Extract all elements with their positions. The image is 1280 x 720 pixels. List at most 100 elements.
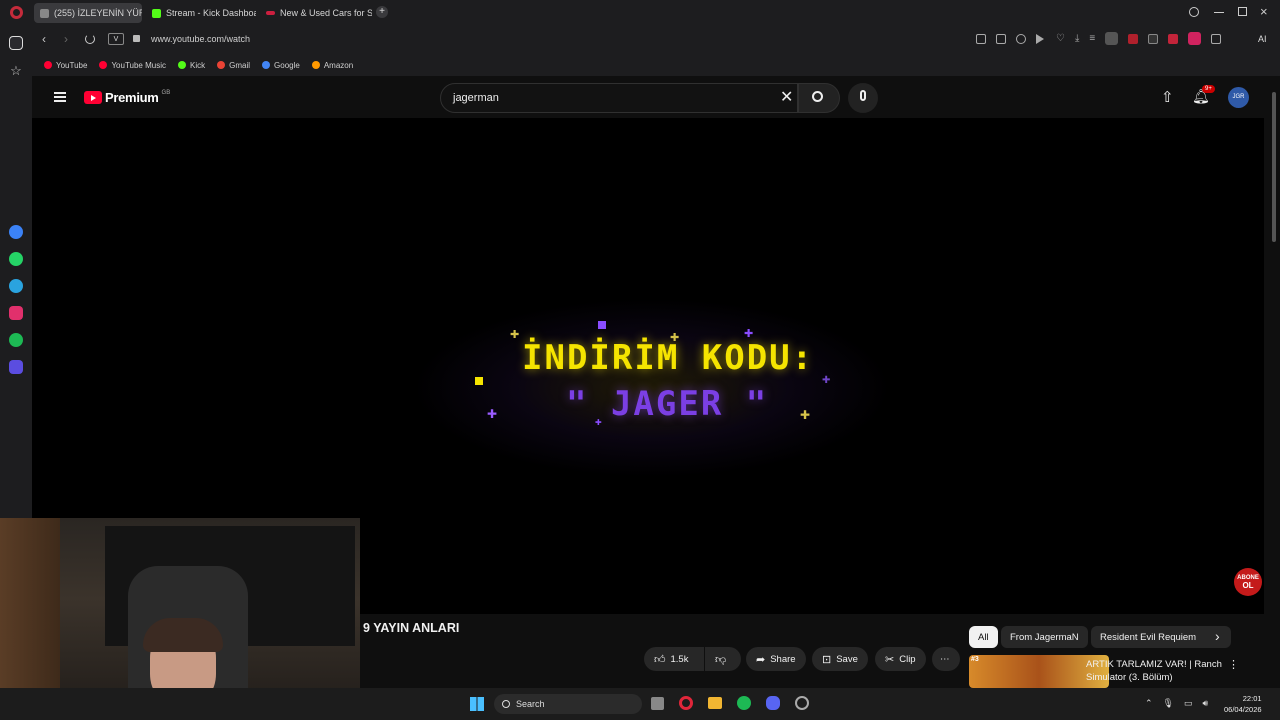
gmail-icon — [217, 61, 226, 69]
heart-icon[interactable]: ♡ — [1056, 34, 1065, 45]
bookmark-youtube-music[interactable]: YouTube Music — [99, 61, 166, 70]
bookmark-kick[interactable]: Kick — [178, 61, 205, 70]
spotify-icon[interactable] — [9, 333, 23, 347]
play-icon[interactable] — [1036, 34, 1044, 44]
sparkle-icon: ✚ — [595, 418, 602, 427]
search-icon — [812, 91, 823, 102]
download-icon[interactable]: ⤓ — [1075, 34, 1079, 45]
clip-button[interactable]: ✂ Clip — [875, 647, 926, 671]
microphone-icon[interactable]: 🎙︎ — [1163, 698, 1174, 709]
speaker-icon — [40, 8, 49, 18]
extension-icon-5[interactable] — [1211, 34, 1222, 44]
chip-resident-evil[interactable]: Resident Evil Requiem — [1091, 626, 1231, 648]
badge-line2: OL — [1242, 581, 1254, 590]
scissors-icon: ✂ — [885, 653, 895, 666]
lock-icon — [133, 35, 140, 42]
subscribe-badge[interactable]: ABONE OL — [1234, 568, 1262, 596]
camera-icon[interactable] — [996, 34, 1006, 44]
discord-taskbar-icon[interactable] — [766, 696, 780, 710]
bookmark-amazon[interactable]: Amazon — [311, 61, 353, 70]
clock[interactable]: 22:01 06/04/2026 — [1224, 693, 1262, 715]
reload-icon[interactable] — [85, 34, 95, 44]
chips-next-icon[interactable]: › — [1215, 628, 1220, 644]
youtube-music-icon — [99, 61, 108, 69]
voice-search-button[interactable] — [848, 83, 878, 113]
bookmark-youtube[interactable]: YouTube — [44, 61, 87, 70]
share-button[interactable]: ➦ Share — [746, 647, 806, 671]
file-explorer-icon[interactable] — [708, 697, 722, 709]
recommendation-menu-icon[interactable]: ⋮ — [1228, 658, 1239, 671]
youtube-icon — [44, 61, 52, 69]
chip-from-jagerman[interactable]: From JagermaN — [1001, 626, 1088, 648]
youtube-logo[interactable]: Premium GB — [84, 90, 170, 105]
extension-icon-3[interactable] — [1168, 34, 1179, 44]
tab-badge[interactable]: V — [108, 33, 124, 45]
tab-kick-dashboard[interactable]: Stream - Kick Dashboard — [146, 3, 256, 23]
windows-start-icon[interactable] — [470, 697, 484, 711]
edit-icon[interactable] — [976, 34, 986, 44]
search-input[interactable]: jagerman — [440, 83, 798, 113]
shield-icon[interactable] — [1016, 34, 1026, 44]
extension-icon-1[interactable] — [1128, 34, 1139, 44]
minimize-button[interactable] — [1214, 12, 1224, 13]
cars-icon — [266, 11, 275, 15]
search-button[interactable] — [798, 83, 840, 113]
like-button[interactable]: 👍︎ 1.5k — [644, 647, 704, 671]
hamburger-menu-icon[interactable] — [54, 92, 66, 102]
close-window-button[interactable]: × — [1260, 4, 1268, 19]
telegram-icon[interactable] — [9, 279, 23, 293]
windows-taskbar: Search ⌃ 🎙︎ ▭ 🔊︎ 22:01 06/04/2026 — [0, 688, 1280, 720]
clear-search-icon[interactable]: ✕ — [780, 87, 793, 107]
back-button[interactable]: ‹ — [42, 32, 46, 46]
volume-icon[interactable]: 🔊︎ — [1203, 698, 1209, 709]
recommendation-title[interactable]: ARTIK TARLAMIZ VAR! | Ranch Simulator (3… — [1086, 658, 1222, 684]
search-icon — [502, 700, 510, 708]
star-icon[interactable]: ☆ — [9, 64, 23, 78]
chip-all[interactable]: All — [969, 626, 998, 648]
rank-badge: #3 — [971, 656, 979, 663]
extension-icon-4[interactable] — [1188, 32, 1202, 45]
forward-button[interactable]: › — [64, 32, 68, 46]
spotify-taskbar-icon[interactable] — [737, 696, 751, 710]
new-tab-button[interactable]: + — [376, 6, 388, 18]
instagram-icon[interactable] — [9, 306, 23, 320]
sparkle-icon — [475, 377, 483, 385]
search-tabs-icon[interactable] — [1189, 7, 1199, 17]
messenger-icon[interactable] — [9, 225, 23, 239]
save-button[interactable]: ⊡ Save — [812, 647, 868, 671]
url-field[interactable]: www.youtube.com/watch — [151, 34, 250, 44]
opera-logo-icon[interactable] — [10, 6, 23, 19]
network-icon[interactable]: ▭ — [1184, 698, 1193, 709]
dislike-button[interactable]: 👎︎ — [705, 647, 741, 671]
menu-icon[interactable]: ≡ — [1089, 34, 1095, 45]
taskbar-search[interactable]: Search — [494, 694, 642, 714]
tab-cars[interactable]: New & Used Cars for Sale — [260, 3, 372, 23]
scrollbar[interactable] — [1272, 92, 1276, 242]
chevron-up-icon[interactable]: ⌃ — [1145, 698, 1153, 709]
notifications-button[interactable]: 🔔︎ 9+ — [1192, 85, 1215, 106]
tab-youtube[interactable]: (255) İZLEYENİN YÜRE — [34, 3, 142, 23]
whatsapp-icon[interactable] — [9, 252, 23, 266]
bookmark-google[interactable]: Google — [262, 61, 300, 70]
maximize-button[interactable] — [1238, 7, 1247, 16]
opera-taskbar-icon[interactable] — [679, 696, 693, 710]
bookmark-gmail[interactable]: Gmail — [217, 61, 250, 70]
youtube-play-icon — [84, 91, 102, 104]
task-view-icon[interactable] — [651, 697, 664, 710]
more-actions-button[interactable]: ⋯ — [932, 647, 960, 671]
player-icon[interactable] — [9, 360, 23, 374]
home-icon[interactable] — [9, 36, 23, 50]
extension-icon-2[interactable] — [1148, 34, 1159, 44]
tray-icons[interactable]: ⌃ 🎙︎ ▭ 🔊︎ — [1145, 698, 1208, 709]
ai-button[interactable]: AI — [1258, 34, 1267, 44]
avatar[interactable]: JGR — [1228, 87, 1249, 108]
share-icon: ➦ — [756, 653, 766, 666]
tab-label: (255) İZLEYENİN YÜRE — [54, 8, 142, 18]
upload-icon[interactable]: ⇧ — [1161, 88, 1174, 106]
profile-icon[interactable] — [1105, 32, 1119, 45]
app-taskbar-icon[interactable] — [795, 696, 809, 710]
kick-icon — [152, 8, 161, 18]
browser-title-bar: (255) İZLEYENİN YÜRE Stream - Kick Dashb… — [0, 0, 1280, 26]
sparkle-icon — [598, 321, 606, 329]
bookmark-label: YouTube — [56, 60, 88, 70]
